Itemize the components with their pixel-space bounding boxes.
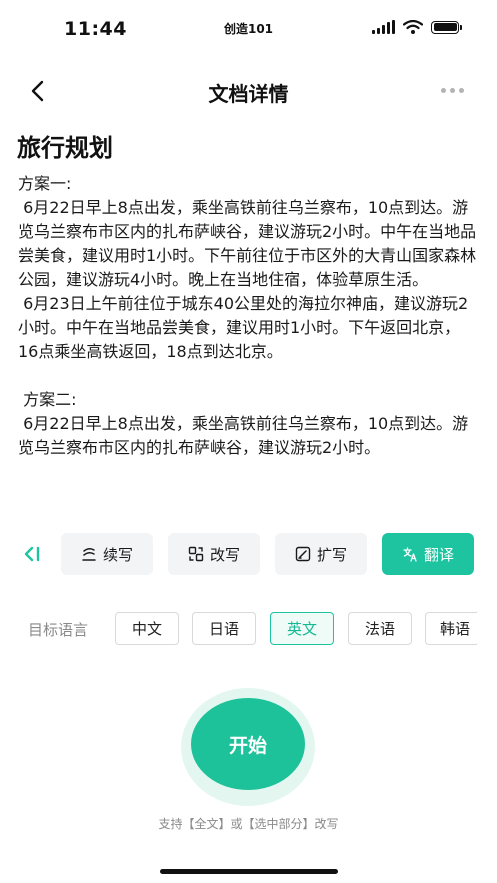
- language-option-chinese[interactable]: 中文: [115, 612, 179, 645]
- status-icons: [372, 20, 462, 34]
- nav-bar: 文档详情: [0, 64, 497, 118]
- rewrite-label: 改写: [209, 545, 240, 564]
- language-option-japanese[interactable]: 日语: [192, 612, 256, 645]
- more-button[interactable]: [435, 80, 469, 100]
- battery-icon: [431, 20, 462, 34]
- start-button[interactable]: 开始: [191, 698, 305, 790]
- target-language-row: 目标语言 中文 日语 英文 法语 韩语: [0, 612, 497, 646]
- hint-text: 支持【全文】或【选中部分】改写: [158, 817, 339, 831]
- document-title: 旅行规划: [17, 134, 113, 162]
- target-language-label: 目标语言: [28, 621, 89, 639]
- rewrite-button[interactable]: 改写: [168, 533, 260, 575]
- more-dots-icon: [440, 87, 446, 93]
- status-bar: 11:44 创造101: [0, 0, 497, 60]
- language-option-korean[interactable]: 韩语: [425, 612, 477, 645]
- home-indicator[interactable]: [160, 869, 338, 874]
- language-option-french[interactable]: 法语: [348, 612, 412, 645]
- page-title: 文档详情: [208, 82, 289, 106]
- collapse-icon[interactable]: [20, 542, 44, 566]
- writing-toolbar: 续写 改写 扩写 翻译: [0, 533, 497, 575]
- document-body[interactable]: 方案一: 6月22日早上8点出发，乘坐高铁前往乌兰察布，10点到达。游览乌兰察布…: [18, 172, 480, 508]
- continue-write-label: 续写: [102, 545, 133, 564]
- expand-write-icon: [295, 546, 311, 562]
- wifi-icon: [403, 20, 423, 34]
- signal-icon: [372, 20, 395, 34]
- expand-write-label: 扩写: [316, 545, 347, 564]
- continue-write-icon: [82, 547, 96, 561]
- continue-write-button[interactable]: 续写: [61, 533, 153, 575]
- translate-button[interactable]: 翻译: [382, 533, 474, 575]
- expand-write-button[interactable]: 扩写: [275, 533, 367, 575]
- translate-icon: [403, 547, 417, 562]
- language-option-english[interactable]: 英文: [270, 612, 334, 645]
- rewrite-icon: [188, 546, 204, 562]
- translate-label: 翻译: [423, 545, 454, 564]
